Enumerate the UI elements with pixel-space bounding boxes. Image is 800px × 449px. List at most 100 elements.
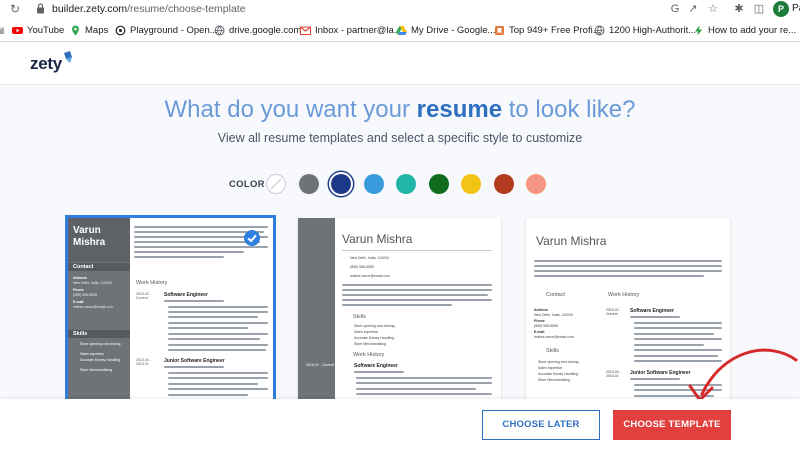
template-contact-heading: Contact <box>73 264 94 270</box>
template-phone: (555) 555-5555 <box>534 324 558 328</box>
bookmark-star-icon[interactable]: ☆ <box>706 2 720 16</box>
reload-icon[interactable]: ↻ <box>8 2 22 16</box>
gmail-icon <box>300 26 311 35</box>
bookmark-truncated[interactable]: il <box>0 23 4 38</box>
template-skill: Accurate Money Handling <box>80 358 121 362</box>
template-phone: (555) 555-5555 <box>73 293 97 297</box>
template-card-2[interactable]: Varun Mishra New Delhi, India, 110034 (5… <box>298 218 501 399</box>
bookmark-how-to-add[interactable]: How to add your re... <box>693 23 796 38</box>
openai-icon <box>115 25 126 36</box>
bookmark-top-949[interactable]: Top 949+ Free Profi... <box>494 23 601 38</box>
bookmark-maps[interactable]: Maps <box>70 23 108 38</box>
template-skill: Accurate Money Handling <box>538 372 579 376</box>
bookmark-icon <box>495 26 504 35</box>
template-dates: 2015-02 - Current <box>136 292 151 300</box>
template-skill: Store opening and closing <box>538 360 579 364</box>
color-swatch[interactable] <box>493 174 514 194</box>
template-skill: Store opening and closing <box>354 324 395 328</box>
template-skill: Sales expertise <box>354 330 378 334</box>
template-skill: Accurate Money Handling <box>354 336 395 340</box>
template-skill: Store opening and closing <box>80 342 121 346</box>
template-left-band <box>298 218 335 399</box>
template-address-label: Address <box>73 276 88 280</box>
template-skill: Sales expertise <box>80 352 104 356</box>
template-work-heading: Work History <box>136 280 168 286</box>
template-name: Varun Mishra <box>342 232 413 246</box>
choose-template-button[interactable]: CHOOSE TEMPLATE <box>613 410 731 440</box>
template-dates: 2015-02 - Current <box>606 308 621 316</box>
browser-address-bar: ↻ builder.zety.com/resume/choose-templat… <box>0 0 800 19</box>
template-skills-heading: Skills <box>546 348 559 354</box>
maps-icon <box>72 25 79 36</box>
color-swatch[interactable] <box>298 174 319 194</box>
template-dates: 2013-04 - 2015-01 <box>136 358 151 366</box>
template-job-title: Software Engineer <box>630 308 674 314</box>
no-color-icon <box>270 178 282 190</box>
template-phone: (555) 555-5555 <box>350 265 374 269</box>
bookmark-drive-google[interactable]: drive.google.com <box>214 23 301 38</box>
page-headline: What do you want your resume to look lik… <box>164 96 636 123</box>
template-email: mishra.varun@email.com <box>350 274 390 278</box>
globe-icon <box>214 25 225 36</box>
bookmark-playground[interactable]: Playground - Open... <box>115 23 218 38</box>
template-skill: Store Merchandising <box>538 378 571 382</box>
bolt-icon <box>695 25 702 36</box>
template-email-label: E-mail <box>73 300 84 304</box>
share-icon[interactable]: ↗ <box>686 2 700 16</box>
selected-check-icon <box>244 230 260 246</box>
site-header: zety <box>0 42 800 85</box>
template-email: mishra.varun@email.com <box>73 305 113 309</box>
bookmark-1200-high[interactable]: 1200 High-Authorit... <box>594 23 696 38</box>
bookmark-my-drive[interactable]: My Drive - Google... <box>396 23 495 38</box>
template-skills-heading: Skills <box>353 314 366 320</box>
google-lens-icon[interactable]: G <box>668 2 682 16</box>
template-skill: Sales expertise <box>538 366 562 370</box>
lock-icon <box>37 3 44 14</box>
template-name: Varun Mishra <box>536 234 607 248</box>
template-job-title: Junior Software Engineer <box>164 358 225 364</box>
page-subheadline: View all resume templates and select a s… <box>217 131 583 145</box>
drive-icon <box>396 26 407 35</box>
template-address-label: Address <box>534 308 549 312</box>
profile-label[interactable]: Pa <box>792 3 800 14</box>
template-phone-label: Phone <box>534 319 545 323</box>
template-email: mishra.varun@email.com <box>534 335 574 339</box>
template-card-1[interactable]: Varun Mishra Contact Address New Delhi, … <box>65 215 276 402</box>
template-work-heading: Work History <box>608 292 640 298</box>
template-contact-heading: Contact <box>546 292 565 298</box>
color-swatch[interactable] <box>396 174 416 194</box>
template-work-heading: Work History <box>353 352 385 358</box>
bookmark-youtube[interactable]: YouTube <box>12 23 64 38</box>
template-name-last: Mishra <box>73 237 106 248</box>
color-swatch[interactable] <box>428 174 449 194</box>
template-email-label: E-mail <box>534 330 545 334</box>
template-job-title: Software Engineer <box>164 292 208 298</box>
extensions-icon[interactable]: ✱ <box>732 2 746 16</box>
color-label: COLOR <box>229 179 265 190</box>
template-address: New Delhi, India, 110034 <box>534 313 573 317</box>
color-swatch[interactable] <box>461 174 481 194</box>
template-job-title: Software Engineer <box>354 363 398 369</box>
choose-later-button[interactable]: CHOOSE LATER <box>482 410 600 440</box>
zety-logo[interactable]: zety <box>30 54 62 74</box>
color-swatch[interactable] <box>363 174 384 194</box>
color-swatch[interactable] <box>331 174 351 194</box>
template-address: New Delhi, India, 110034 <box>350 256 389 260</box>
url-text[interactable]: builder.zety.com/resume/choose-template <box>52 3 246 15</box>
zety-logo-mark-icon <box>64 51 72 63</box>
youtube-icon <box>12 27 23 34</box>
side-panel-icon[interactable]: ◫ <box>752 2 766 16</box>
template-skills-heading: Skills <box>73 331 88 337</box>
bookmark-inbox[interactable]: Inbox - partner@la... <box>300 23 402 38</box>
template-name-first: Varun <box>73 225 101 236</box>
color-swatch[interactable] <box>526 174 546 194</box>
color-swatch[interactable] <box>266 174 286 194</box>
profile-avatar[interactable]: P <box>773 1 789 17</box>
template-dates: 2015-02 - Current <box>306 363 334 367</box>
bookmarks-bar: il YouTube Maps Playground - Open... dri… <box>0 19 800 42</box>
template-skill: Store Merchandising <box>80 368 113 372</box>
globe-icon <box>594 25 605 36</box>
template-phone-label: Phone <box>73 288 84 292</box>
template-skill: Store Merchandising <box>354 342 387 346</box>
page-content: zety What do you want your resume to loo… <box>0 42 800 449</box>
